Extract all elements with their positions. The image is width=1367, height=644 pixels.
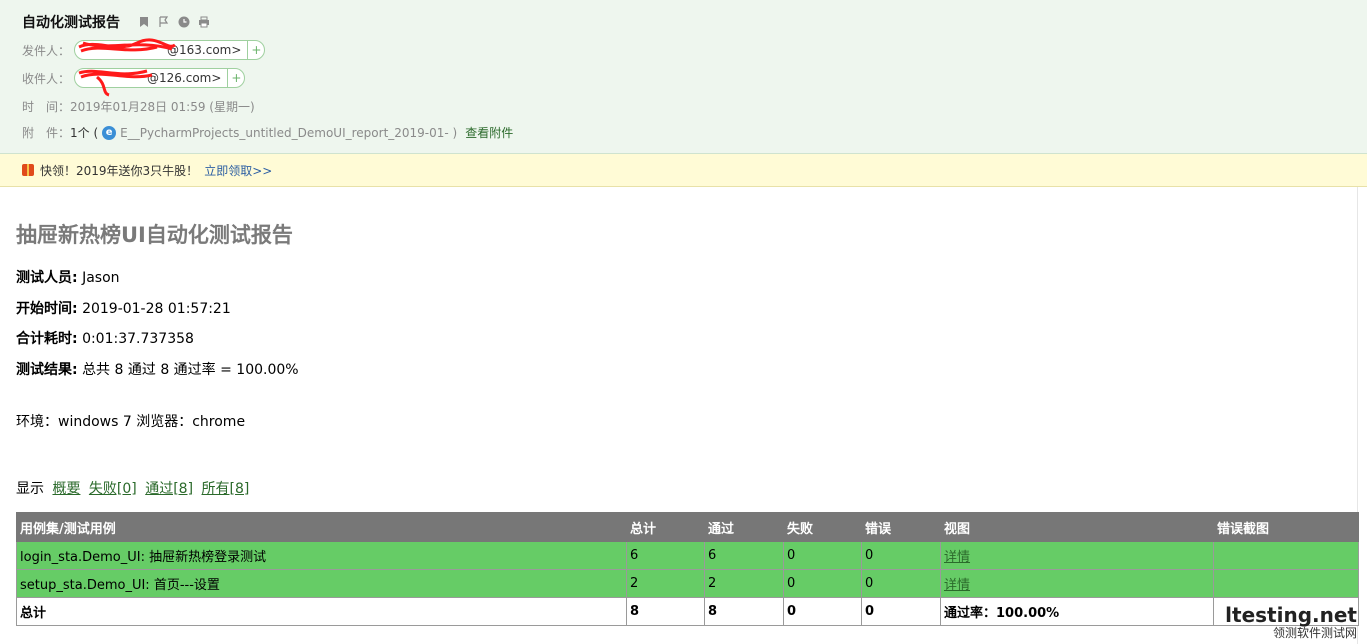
- column-header: 用例集/测试用例: [16, 512, 627, 542]
- watermark-domain: ltesting.net: [1225, 603, 1357, 627]
- add-contact-icon[interactable]: +: [227, 69, 244, 87]
- redaction-scribble: [78, 38, 176, 53]
- table-cell: login_sta.Demo_UI: 抽屉新热榜登录测试: [16, 541, 627, 570]
- table-cell: 详情: [940, 569, 1214, 598]
- table-row: setup_sta.Demo_UI: 首页---设置 2 2 0 0 详情: [16, 569, 1359, 598]
- promo-link[interactable]: 立即领取>>: [204, 162, 272, 179]
- show-label: 显示: [16, 481, 44, 497]
- subject-row: 自动化测试报告: [22, 12, 210, 32]
- table-cell: 0: [861, 541, 941, 570]
- column-header: 视图: [940, 512, 1214, 542]
- attachment-count: 1个 (: [70, 126, 99, 140]
- bookmark-icon[interactable]: [138, 16, 150, 28]
- filter-row: 显示 概要 失败[0] 通过[8] 所有[8]: [16, 478, 249, 498]
- table-cell: [1213, 541, 1359, 570]
- promo-text: 快领！2019年送你3只牛股！: [40, 163, 199, 178]
- promo-bar: 快领！2019年送你3只牛股！ 立即领取>>: [0, 154, 1367, 187]
- filter-passed-link[interactable]: 通过[8]: [145, 481, 193, 497]
- start-time-field: 开始时间: 2019-01-28 01:57:21: [16, 298, 231, 318]
- sender-row: 发件人： @163.com> +: [22, 38, 266, 60]
- filter-failed-link[interactable]: 失败[0]: [89, 481, 137, 497]
- detail-link[interactable]: 详情: [944, 550, 970, 565]
- time-value: 2019年01月28日 01:59 (星期一): [70, 100, 255, 114]
- table-cell: 6: [704, 541, 784, 570]
- watermark: ltesting.net 领测软件测试网: [1225, 604, 1357, 640]
- tester-field: 测试人员: Jason: [16, 267, 120, 287]
- column-header: 通过: [704, 512, 784, 542]
- result-label: 测试结果:: [16, 362, 78, 378]
- table-cell: 2: [626, 569, 705, 598]
- duration-field: 合计耗时: 0:01:37.737358: [16, 328, 194, 348]
- recipient-label: 收件人：: [22, 71, 71, 86]
- result-value: 总共 8 通过 8 通过率 = 100.00%: [82, 362, 299, 378]
- table-cell: 通过率：100.00%: [940, 597, 1214, 626]
- table-cell: 总计: [16, 597, 627, 626]
- result-table: 用例集/测试用例 总计 通过 失败 错误 视图 错误截图 login_sta.D…: [16, 512, 1359, 626]
- detail-link[interactable]: 详情: [944, 578, 970, 593]
- start-time-value: 2019-01-28 01:57:21: [82, 301, 231, 317]
- start-time-label: 开始时间:: [16, 301, 78, 317]
- table-cell: 0: [783, 541, 862, 570]
- tester-label: 测试人员:: [16, 270, 78, 286]
- filter-summary-link[interactable]: 概要: [52, 481, 80, 497]
- time-row: 时 间： 2019年01月28日 01:59 (星期一): [22, 98, 255, 115]
- table-cell: 8: [704, 597, 784, 626]
- recipient-address-pill[interactable]: @126.com> +: [74, 68, 246, 97]
- print-icon[interactable]: [198, 16, 210, 28]
- gift-icon: [22, 164, 34, 176]
- mail-header: 自动化测试报告 发件人： @163.com> + 收件人： @126.com> …: [0, 0, 1367, 154]
- column-header: 总计: [626, 512, 705, 542]
- result-field: 测试结果: 总共 8 通过 8 通过率 = 100.00%: [16, 359, 299, 379]
- time-label: 时 间：: [22, 100, 71, 114]
- environment-text: 环境：windows 7 浏览器：chrome: [16, 414, 246, 430]
- table-cell: setup_sta.Demo_UI: 首页---设置: [16, 569, 627, 598]
- watermark-name: 领测软件测试网: [1272, 626, 1357, 640]
- sender-address-pill[interactable]: @163.com> +: [74, 38, 266, 60]
- redaction-scribble: [78, 69, 153, 97]
- attachment-label: 附 件：: [22, 126, 71, 140]
- duration-label: 合计耗时:: [16, 331, 78, 347]
- table-cell: 2: [704, 569, 784, 598]
- tester-value: Jason: [82, 270, 120, 286]
- table-cell: 8: [626, 597, 705, 626]
- header-icons: [138, 16, 210, 28]
- column-header: 错误: [861, 512, 941, 542]
- table-cell: [1213, 569, 1359, 598]
- sender-label: 发件人：: [22, 43, 71, 58]
- duration-value: 0:01:37.737358: [82, 331, 194, 347]
- add-contact-icon[interactable]: +: [247, 41, 264, 59]
- table-row: login_sta.Demo_UI: 抽屉新热榜登录测试 6 6 0 0 详情: [16, 541, 1359, 570]
- table-cell: 0: [783, 597, 862, 626]
- flag-icon[interactable]: [158, 16, 170, 28]
- attachment-name[interactable]: E__PycharmProjects_untitled_DemoUI_repor…: [120, 126, 457, 140]
- filter-all-link[interactable]: 所有[8]: [202, 481, 250, 497]
- attachment-row: 附 件： 1个 ( e E__PycharmProjects_untitled_…: [22, 124, 513, 141]
- table-cell: 0: [861, 569, 941, 598]
- recipient-row: 收件人： @126.com> +: [22, 68, 246, 97]
- view-attachment-link[interactable]: 查看附件: [465, 124, 513, 141]
- table-cell: 6: [626, 541, 705, 570]
- clock-icon[interactable]: [178, 16, 190, 28]
- column-header: 错误截图: [1213, 512, 1359, 542]
- table-cell: 详情: [940, 541, 1214, 570]
- table-header-row: 用例集/测试用例 总计 通过 失败 错误 视图 错误截图: [16, 512, 1359, 542]
- column-header: 失败: [783, 512, 862, 542]
- mail-subject: 自动化测试报告: [22, 15, 120, 31]
- ie-file-icon: e: [102, 125, 117, 140]
- table-cell: 0: [783, 569, 862, 598]
- report-title: 抽屉新热榜UI自动化测试报告: [16, 223, 293, 247]
- table-cell: 0: [861, 597, 941, 626]
- total-row: 总计 8 8 0 0 通过率：100.00%: [16, 597, 1359, 626]
